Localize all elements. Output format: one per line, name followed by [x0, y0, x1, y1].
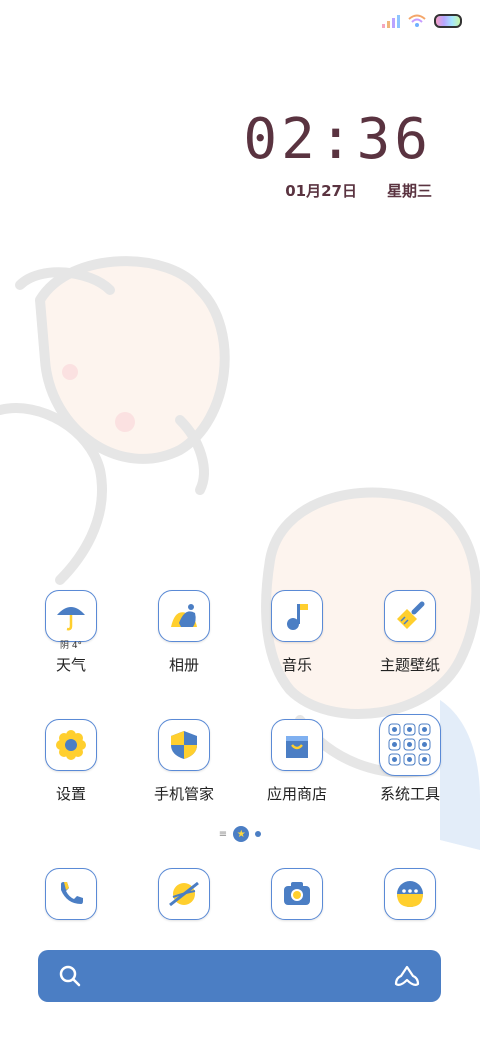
app-label: 主题壁纸 — [379, 656, 440, 674]
clock-widget[interactable]: 02:36 01月27日 星期三 — [243, 108, 432, 201]
gallery-icon — [171, 604, 197, 627]
dock-messages[interactable] — [384, 868, 436, 920]
app-tile — [158, 590, 210, 642]
app-music[interactable]: 音乐 — [242, 590, 352, 675]
paintbrush-icon — [397, 601, 425, 629]
search-bar[interactable] — [38, 950, 441, 1002]
folder-grid-icon — [388, 723, 431, 766]
page-dot[interactable] — [255, 831, 262, 837]
messages-icon — [397, 881, 423, 907]
battery-icon — [434, 14, 462, 28]
signal-bars-icon — [382, 15, 400, 28]
app-tile — [271, 719, 323, 771]
app-phone-manager[interactable]: 手机管家 — [129, 719, 239, 804]
status-bar — [382, 10, 462, 32]
app-gallery[interactable]: 相册 — [129, 590, 239, 675]
app-tile — [158, 719, 210, 771]
app-tile — [271, 590, 323, 642]
browser-icon — [169, 881, 199, 907]
app-label: 音乐 — [281, 656, 312, 674]
dock-camera[interactable] — [271, 868, 323, 920]
weather-summary: 阴 4° — [59, 641, 83, 651]
app-tile — [45, 719, 97, 771]
app-themes[interactable]: 主题壁纸 — [355, 590, 465, 675]
clock-date: 01月27日 — [285, 182, 357, 200]
gear-icon — [56, 730, 86, 760]
app-tile: 阴 4° — [45, 590, 97, 651]
home-page-star-icon[interactable]: ★ — [233, 826, 250, 842]
wifi-icon — [408, 14, 426, 27]
app-label: 手机管家 — [153, 785, 214, 803]
music-note-icon — [287, 604, 308, 630]
app-label: 系统工具 — [379, 785, 440, 803]
app-system-tools[interactable]: 系统工具 — [355, 714, 465, 804]
folder-tile — [379, 714, 441, 776]
app-label: 设置 — [55, 785, 86, 803]
umbrella-icon — [57, 607, 85, 631]
app-label: 应用商店 — [266, 785, 327, 803]
phone-icon — [61, 882, 83, 904]
app-store[interactable]: 应用商店 — [242, 719, 352, 804]
clock-weekday: 星期三 — [386, 182, 432, 200]
dock-browser[interactable] — [158, 868, 210, 920]
shopping-bag-icon — [286, 736, 308, 758]
search-icon[interactable] — [58, 964, 82, 988]
shield-icon — [171, 731, 197, 759]
app-tile — [384, 590, 436, 642]
app-weather[interactable]: 阴 4° 天气 — [16, 590, 126, 675]
app-label: 天气 — [55, 656, 86, 674]
app-settings[interactable]: 设置 — [16, 719, 126, 804]
clock-time: 02:36 — [243, 107, 432, 172]
camera-icon — [284, 882, 310, 905]
minus-one-screen-icon[interactable]: ≡ — [219, 829, 227, 840]
app-label: 相册 — [168, 656, 199, 674]
assistant-icon[interactable] — [393, 964, 421, 988]
dock-phone[interactable] — [45, 868, 97, 920]
page-indicator[interactable]: ≡ ★ — [0, 826, 480, 842]
